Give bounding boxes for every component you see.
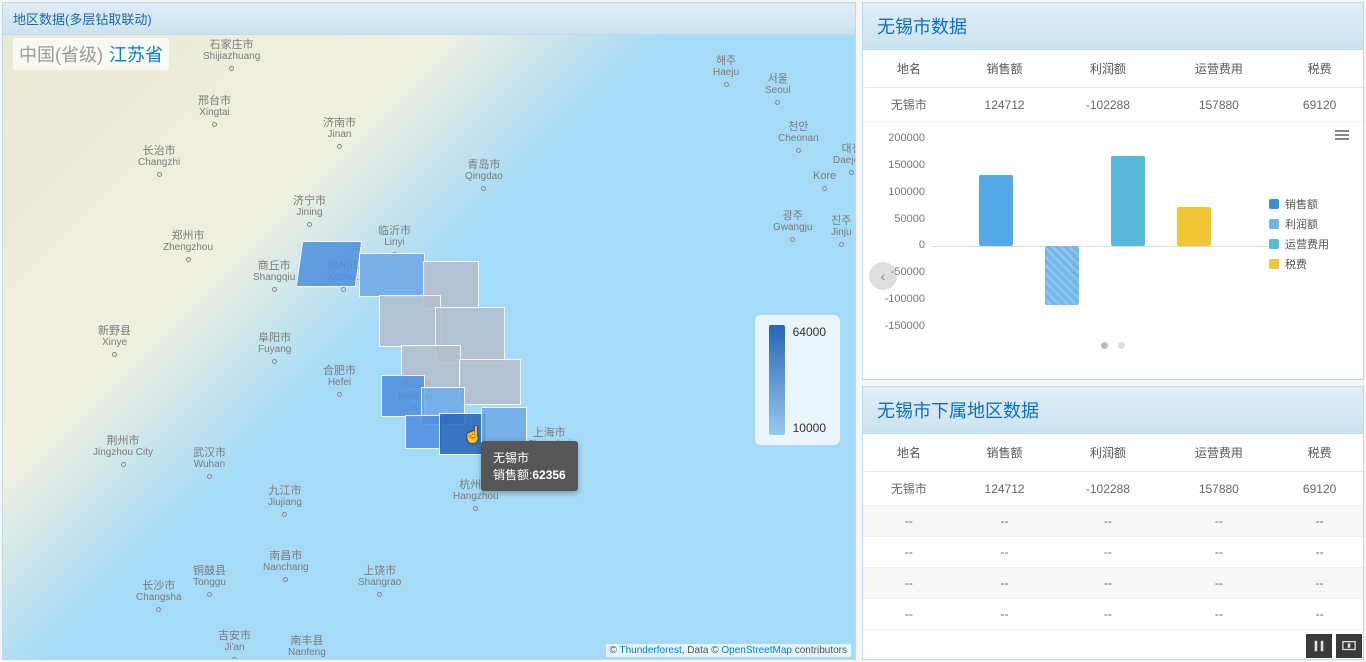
map-panel-title: 地区数据(多层钻取联动) bbox=[3, 3, 855, 35]
map-city-label: 郑州市Zhengzhou bbox=[163, 230, 213, 265]
map-city-label: 合肥市Hefei bbox=[323, 365, 356, 400]
legend-min: 10000 bbox=[793, 421, 826, 435]
map-city-label: 济宁市Jining bbox=[293, 195, 326, 230]
map-city-label: 商丘市Shangqiu bbox=[253, 260, 295, 295]
attribution-osm-link[interactable]: OpenStreetMap bbox=[721, 645, 792, 656]
cursor-pointer-icon: ☝ bbox=[463, 425, 483, 445]
col-profit: 利润额 bbox=[1054, 50, 1161, 88]
bottom-toolbar bbox=[1306, 634, 1362, 658]
region-nantong[interactable] bbox=[459, 359, 521, 405]
col-sales: 销售额 bbox=[955, 50, 1055, 88]
table-row[interactable]: 无锡市124712-10228815788069120 bbox=[863, 472, 1363, 506]
map-canvas[interactable]: 石家庄市Shijiazhuang 邢台市Xingtai 长治市Changzhi 济南市… bbox=[3, 35, 855, 659]
legend-gradient bbox=[769, 325, 785, 435]
bar-tax[interactable] bbox=[1177, 207, 1211, 246]
table-row[interactable]: ---------- bbox=[863, 537, 1363, 568]
map-tooltip: 无锡市 销售额:62356 bbox=[481, 441, 578, 491]
bar-sales[interactable] bbox=[979, 175, 1013, 246]
col-tax: 税费 bbox=[1276, 50, 1363, 88]
tooltip-metric-value: 62356 bbox=[532, 468, 565, 482]
pause-button[interactable] bbox=[1306, 634, 1332, 658]
city-data-title: 无锡市数据 bbox=[863, 3, 1363, 50]
map-breadcrumb: 中国(省级) 江苏省 bbox=[13, 38, 169, 70]
map-city-label: 南昌市Nanchang bbox=[263, 550, 309, 585]
region-suqian[interactable] bbox=[379, 295, 441, 347]
region-xuzhou[interactable] bbox=[296, 241, 362, 287]
map-city-label: 광주Gwangju bbox=[773, 210, 812, 245]
table-row[interactable]: 无锡市 124712 -102288 157880 69120 bbox=[863, 88, 1363, 122]
map-city-label: 南丰县Nanfeng bbox=[288, 635, 326, 659]
presentation-button[interactable] bbox=[1336, 634, 1362, 658]
map-city-label: 邢台市Xingtai bbox=[198, 95, 231, 130]
pager-dot-1[interactable] bbox=[1101, 342, 1108, 349]
city-data-panel: 无锡市数据 地名 销售额 利润额 运营费用 税费 无锡市 124712 -102… bbox=[862, 2, 1364, 380]
chart-plot-area bbox=[931, 132, 1269, 332]
col-cost: 运营费用 bbox=[1161, 50, 1276, 88]
map-city-label: Kore bbox=[813, 170, 836, 194]
col-name: 地名 bbox=[863, 50, 955, 88]
subregion-table: 地名 销售额 利润额 运营费用 税费 无锡市124712-10228815788… bbox=[863, 434, 1363, 630]
map-city-label: 济南市Jinan bbox=[323, 117, 356, 152]
subregion-title: 无锡市下属地区数据 bbox=[863, 387, 1363, 434]
map-city-label: 长沙市Changsha bbox=[136, 580, 182, 615]
legend-tax[interactable]: 税费 bbox=[1285, 256, 1307, 272]
region-lianyungang[interactable] bbox=[359, 253, 425, 297]
legend-cost[interactable]: 运营费用 bbox=[1285, 236, 1329, 252]
table-row[interactable]: ---------- bbox=[863, 599, 1363, 630]
legend-max: 64000 bbox=[793, 325, 826, 339]
chart-legend: 销售额 利润额 运营费用 税费 bbox=[1269, 132, 1355, 332]
map-city-label: 阜阳市Fuyang bbox=[258, 332, 291, 367]
map-city-label: 九江市Jiujiang bbox=[268, 485, 302, 520]
map-city-label: 铜鼓县Tonggu bbox=[193, 565, 226, 600]
breadcrumb-country[interactable]: 中国(省级) bbox=[19, 41, 103, 67]
chart-pager bbox=[871, 332, 1355, 358]
region-changzhou[interactable] bbox=[405, 415, 443, 449]
region-nanjing[interactable] bbox=[381, 375, 425, 417]
map-city-label: 吉安市Ji'an bbox=[218, 630, 251, 659]
table-row[interactable]: ---------- bbox=[863, 506, 1363, 537]
map-city-label: 新野县Xinye bbox=[98, 325, 131, 360]
map-city-label: 上饶市Shangrao bbox=[358, 565, 401, 600]
table-row[interactable]: ---------- bbox=[863, 568, 1363, 599]
map-city-label: 진주Jinju bbox=[831, 215, 852, 250]
map-city-label: 石家庄市Shijiazhuang bbox=[203, 39, 260, 74]
city-bar-chart: ‹ 200000 150000 100000 50000 0 -50000 -1… bbox=[863, 122, 1363, 362]
map-attribution: © Thunderforest, Data © OpenStreetMap co… bbox=[606, 644, 851, 657]
tooltip-metric-label: 销售额: bbox=[493, 468, 532, 482]
map-color-legend: 64000 10000 bbox=[755, 315, 840, 445]
map-city-label: 武汉市Wuhan bbox=[193, 447, 226, 482]
subregion-panel: 无锡市下属地区数据 地名 销售额 利润额 运营费用 税费 无锡市124712-1… bbox=[862, 386, 1364, 660]
bar-cost[interactable] bbox=[1111, 156, 1145, 246]
map-city-label: 대전Daejeon bbox=[833, 143, 855, 178]
city-summary-table: 地名 销售额 利润额 运营费用 税费 无锡市 124712 -102288 15… bbox=[863, 50, 1363, 122]
map-city-label: 서울Seoul bbox=[765, 73, 791, 108]
legend-profit[interactable]: 利润额 bbox=[1285, 216, 1318, 232]
map-panel: 地区数据(多层钻取联动) 中国(省级) 江苏省 石家庄市Shijiazhuang… bbox=[2, 2, 856, 660]
map-city-label: 荆州市Jingzhou City bbox=[93, 435, 153, 470]
legend-sales[interactable]: 销售额 bbox=[1285, 196, 1318, 212]
map-city-label: 长治市Changzhi bbox=[138, 145, 180, 180]
breadcrumb-province[interactable]: 江苏省 bbox=[109, 41, 163, 67]
tooltip-region-name: 无锡市 bbox=[493, 449, 566, 466]
pager-dot-2[interactable] bbox=[1118, 342, 1125, 349]
map-city-label: 해주Haeju bbox=[713, 55, 739, 90]
attribution-thunderforest-link[interactable]: Thunderforest bbox=[619, 645, 681, 656]
chart-y-axis: 200000 150000 100000 50000 0 -50000 -100… bbox=[871, 132, 931, 332]
map-city-label: 青岛市Qingdao bbox=[465, 159, 503, 194]
bar-profit[interactable] bbox=[1045, 246, 1079, 304]
map-city-label: 천안Cheonan bbox=[778, 121, 819, 156]
